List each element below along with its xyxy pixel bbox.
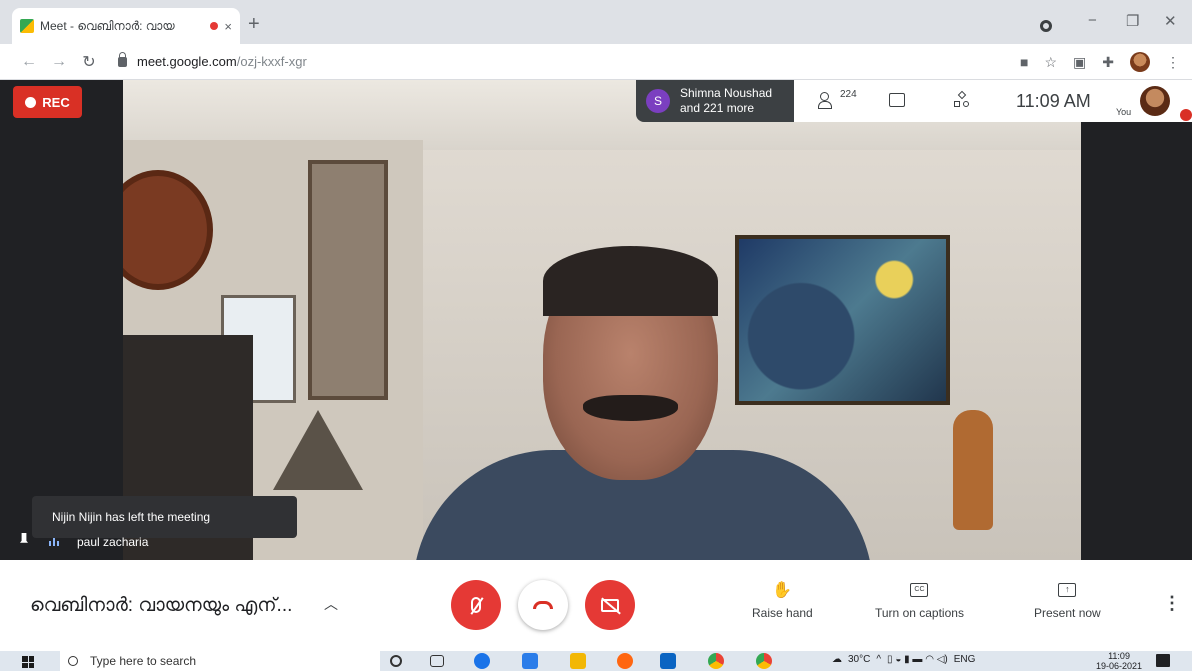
meeting-controls: വെബിനാർ: വായനയും എന്... ︿ ✋ Raise hand C… <box>0 560 1192 651</box>
hangup-icon <box>533 601 553 609</box>
minimize-button[interactable]: − <box>1088 12 1097 29</box>
toast-message: Nijin Nijin has left the meeting <box>52 510 211 524</box>
system-tray: ☁ 30°C ^ ▯ ◒ ▮ ▬ ◠ ◁) ENG <box>832 654 975 665</box>
url-path: /ozj-kxxf-xgr <box>236 54 307 69</box>
chrome-meet-favicon <box>20 19 34 33</box>
camera-off-icon <box>601 598 619 612</box>
meeting-title[interactable]: വെബിനാർ: വായനയും എന്... <box>30 595 292 617</box>
clock-date: 19-06-2021 <box>1096 661 1143 671</box>
captions-label: Turn on captions <box>875 606 964 620</box>
chrome-icon[interactable] <box>708 653 724 669</box>
tab-close-icon[interactable]: × <box>224 19 232 34</box>
mic-toggle-button[interactable] <box>451 580 501 630</box>
raise-hand-label: Raise hand <box>752 606 813 620</box>
windows-taskbar: Type here to search ☁ 30°C ^ ▯ ◒ ▮ ▬ ◠ ◁… <box>0 651 1192 671</box>
tray-icons[interactable]: ▯ ◒ ▮ ▬ ◠ ◁) <box>887 654 948 665</box>
search-icon <box>68 656 78 666</box>
taskbar-search[interactable]: Type here to search <box>60 651 380 671</box>
recording-badge: REC <box>13 86 82 118</box>
presenter-name: Shimna Noushad <box>680 86 773 100</box>
captions-button[interactable]: CC Turn on captions <box>875 580 964 620</box>
self-status-badge <box>1180 109 1192 121</box>
browser-tab-strip: Meet - വെബിനാർ: വായ × + − ❐ ✕ <box>0 0 1192 44</box>
reload-icon[interactable]: ↻ <box>74 52 104 72</box>
participant-count: 224 <box>840 88 857 100</box>
url-host: meet.google.com <box>137 54 237 69</box>
cortana-icon[interactable] <box>390 655 402 667</box>
forward-arrow-icon[interactable]: → <box>44 53 74 71</box>
restore-button[interactable]: ❐ <box>1126 12 1139 30</box>
browser-tab-meet[interactable]: Meet - വെബിനാർ: വായ × <box>12 8 240 44</box>
more-vert-icon[interactable]: ⋮ <box>1163 593 1181 614</box>
back-arrow-icon[interactable]: ← <box>14 53 44 71</box>
camera-toggle-button[interactable] <box>585 580 635 630</box>
toolbar-extensions: ■ ☆ ▣ ✚ ⋮ <box>1020 52 1180 72</box>
statue <box>953 410 993 530</box>
present-label: Present now <box>1034 606 1101 620</box>
windows-logo-icon[interactable] <box>22 656 34 668</box>
meeting-info-bar: 224 11:09 AM You <box>794 80 1192 122</box>
edge-icon[interactable] <box>474 653 490 669</box>
chat-icon <box>889 93 905 107</box>
firefox-icon[interactable] <box>617 653 633 669</box>
present-icon: ↑ <box>1058 580 1077 600</box>
presenter-chip[interactable]: S Shimna Noushad and 221 more <box>636 80 794 122</box>
weather-temp[interactable]: 30°C <box>848 654 870 665</box>
hand-icon: ✋ <box>772 582 793 599</box>
chat-button[interactable] <box>889 88 905 112</box>
record-dot-icon <box>25 96 37 108</box>
activities-button[interactable] <box>954 88 970 112</box>
tab-title: Meet - വെബിനാർ: വായ <box>40 18 175 33</box>
camera-indicator-icon[interactable]: ■ <box>1020 54 1028 70</box>
profile-avatar[interactable] <box>1130 52 1150 72</box>
browser-toolbar: ← → ↻ meet.google.com/ozj-kxxf-xgr ■ ☆ ▣… <box>0 44 1192 80</box>
activities-icon <box>954 90 970 108</box>
close-window-button[interactable]: ✕ <box>1164 12 1177 30</box>
people-button[interactable]: 224 <box>818 88 857 112</box>
file-explorer-icon[interactable] <box>570 653 586 669</box>
present-button[interactable]: ↑ Present now <box>1034 580 1101 620</box>
speaker-video <box>123 80 1081 560</box>
participant-left-toast: Nijin Nijin has left the meeting <box>32 496 297 538</box>
self-label: You <box>1116 107 1132 117</box>
mail-icon[interactable] <box>660 653 676 669</box>
language-indicator[interactable]: ENG <box>954 654 976 665</box>
presenter-avatar: S <box>646 89 670 113</box>
captions-icon: CC <box>910 580 929 600</box>
meeting-clock: 11:09 AM <box>1016 91 1091 111</box>
doorway <box>308 160 388 400</box>
app-icon-1[interactable] <box>522 653 538 669</box>
notification-center-icon[interactable] <box>1156 654 1170 667</box>
chrome-profile-icon[interactable] <box>756 653 772 669</box>
clock-time: 11:09 <box>1108 651 1130 661</box>
chevron-up-icon[interactable]: ︿ <box>324 594 338 614</box>
self-avatar[interactable] <box>1140 86 1170 116</box>
rec-label: REC <box>42 94 70 110</box>
speaking-indicator-icon <box>49 538 59 546</box>
taskbar-search-placeholder: Type here to search <box>90 654 197 668</box>
address-bar[interactable]: meet.google.com/ozj-kxxf-xgr <box>118 51 307 69</box>
extension-icon[interactable]: ▣ <box>1073 54 1086 71</box>
tab-search-icon[interactable] <box>1040 20 1052 32</box>
leave-call-button[interactable] <box>518 580 568 630</box>
lock-icon <box>118 51 127 67</box>
new-tab-button[interactable]: + <box>248 14 260 34</box>
mic-off-icon <box>471 597 481 613</box>
chrome-menu-icon[interactable]: ⋮ <box>1166 54 1180 71</box>
task-view-icon[interactable] <box>430 655 444 667</box>
speaker-person <box>413 246 873 560</box>
bookmark-star-icon[interactable]: ☆ <box>1044 54 1057 71</box>
taskbar-clock[interactable]: 11:09 19-06-2021 <box>1096 651 1142 671</box>
recording-indicator-icon <box>210 22 219 30</box>
raise-hand-button[interactable]: ✋ Raise hand <box>752 580 813 620</box>
puzzle-icon[interactable]: ✚ <box>1102 54 1114 71</box>
people-icon <box>818 92 840 109</box>
presenter-more: and 221 more <box>680 101 755 115</box>
tile-name: paul zacharia <box>77 535 149 549</box>
weather-icon[interactable]: ☁ <box>832 654 842 665</box>
tray-chevron-icon[interactable]: ^ <box>876 654 881 665</box>
